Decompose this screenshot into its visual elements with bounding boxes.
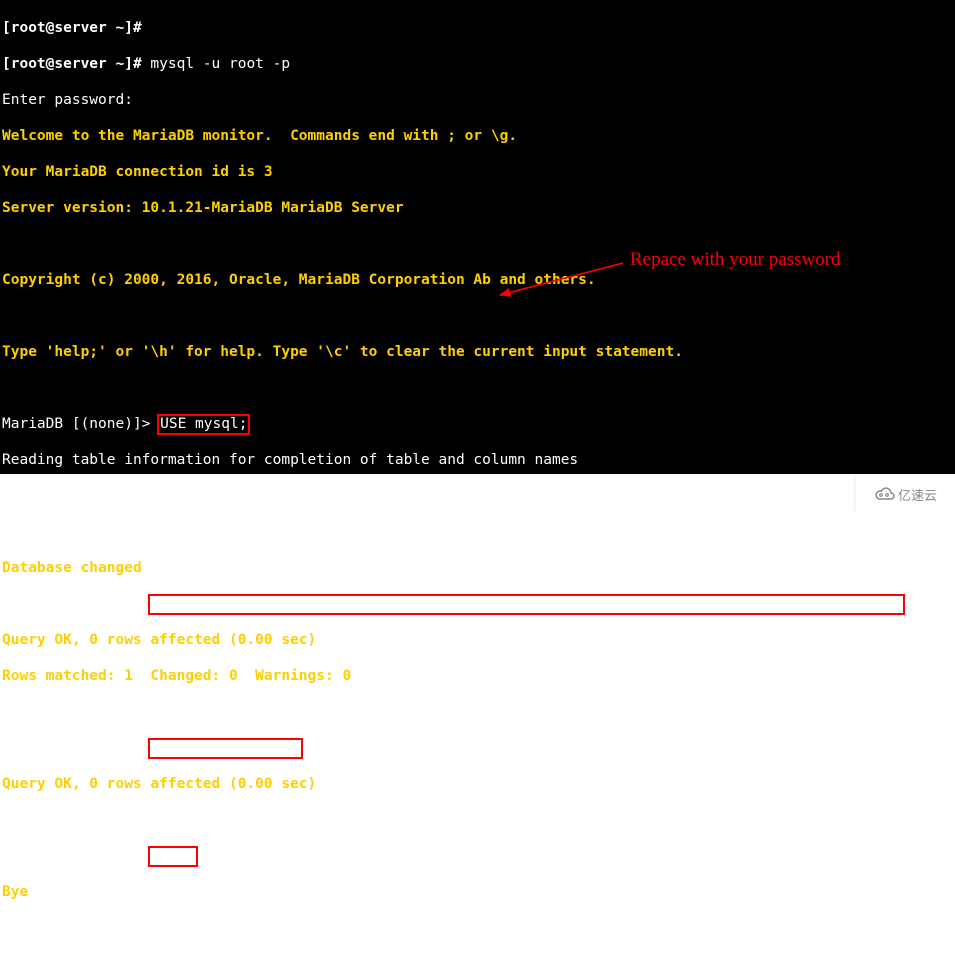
sql-command: FLUSH PRIVILEGES; — [151, 740, 299, 756]
highlight-box: UPDATE user SET password=PASSWORD('tecmi… — [148, 594, 905, 615]
output-text: Type 'help;' or '\h' for help. Type '\c'… — [2, 344, 683, 360]
output-text: Bye — [2, 884, 28, 900]
highlight-box: exit; — [148, 846, 198, 867]
sql-command: USE mysql; — [160, 416, 247, 432]
watermark: 亿速云 — [856, 474, 955, 514]
shell-prompt: [root@server ~]# — [2, 56, 142, 72]
output-text: Database changed — [2, 560, 142, 576]
mariadb-prompt: MariaDB [(none)]> — [2, 416, 150, 432]
output-text: Query OK, 0 rows affected (0.00 sec) — [2, 632, 316, 648]
output-text: Rows matched: 1 Changed: 0 Warnings: 0 — [2, 668, 351, 684]
highlight-box: FLUSH PRIVILEGES; — [148, 738, 302, 759]
shell-prompt: [root@server ~]# — [2, 20, 142, 36]
output-text: Enter password: — [2, 92, 133, 108]
terminal-window[interactable]: [root@server ~]# [root@server ~]# mysql … — [0, 0, 955, 474]
terminal-cursor — [150, 920, 159, 936]
mariadb-prompt: MariaDB [mysql]> — [2, 740, 142, 756]
output-text: Query OK, 0 rows affected (0.00 sec) — [2, 776, 316, 792]
output-text: Copyright (c) 2000, 2016, Oracle, MariaD… — [2, 272, 596, 288]
sql-command: UPDATE user SET password=PASSWORD('tecmi… — [151, 596, 902, 612]
watermark-text: 亿速云 — [898, 485, 937, 504]
shell-prompt: [root@server ~]# — [2, 920, 142, 936]
mariadb-prompt: MariaDB [mysql]> — [2, 848, 142, 864]
output-text: Your MariaDB connection id is 3 — [2, 164, 273, 180]
shell-command: mysql -u root -p — [150, 56, 290, 72]
annotation-text: Repace with your password — [630, 249, 841, 271]
output-text: Server version: 10.1.21-MariaDB MariaDB … — [2, 200, 404, 216]
highlight-box: USE mysql; — [157, 414, 250, 435]
output-text: Reading table information for completion… — [2, 452, 578, 468]
output-text: You can turn off this feature to get a q… — [2, 488, 543, 504]
cloud-icon — [874, 485, 896, 503]
sql-command: exit; — [151, 848, 195, 864]
mariadb-prompt: MariaDB [mysql]> — [2, 596, 142, 612]
output-text: Welcome to the MariaDB monitor. Commands… — [2, 128, 517, 144]
